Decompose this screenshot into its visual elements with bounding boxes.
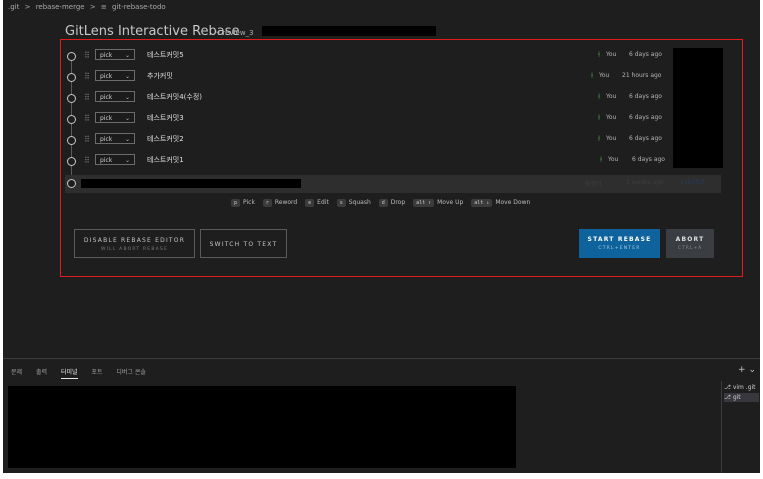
highlight-box [60, 39, 743, 277]
terminal-list: ⎇ vim .git ⎇ git [721, 381, 761, 474]
terminal-output[interactable] [8, 386, 516, 468]
window: .git > rebase-merge > ≡ git-rebase-todo … [0, 0, 763, 479]
window-edge [0, 473, 763, 479]
tab-terminal[interactable]: 터미널 [60, 367, 78, 379]
tab-output[interactable]: 출력 [36, 367, 47, 376]
panel-tabs: 문제 출력 터미널 포트 디버그 콘솔 [11, 367, 158, 379]
page-title: GitLens Interactive Rebase [65, 24, 240, 39]
editor-area: .git > rebase-merge > ≡ git-rebase-todo … [3, 0, 760, 358]
bottom-panel: 문제 출력 터미널 포트 디버그 콘솔 + ⌄ ⎇ vim .git ⎇ git [3, 358, 760, 474]
terminal-icon: ⎇ [724, 394, 733, 401]
terminal-name: git [732, 394, 741, 401]
tab-ports[interactable]: 포트 [91, 367, 102, 376]
terminal-item[interactable]: ⎇ vim .git [724, 383, 759, 392]
breadcrumb-file[interactable]: git-rebase-todo [112, 3, 166, 11]
git-branch-icon: ⑂ [216, 29, 221, 37]
terminal-item[interactable]: ⎇ git [724, 393, 759, 402]
branch-name: review_3 [222, 29, 254, 37]
terminal-name: vim .git [732, 384, 756, 391]
redacted-block [262, 26, 436, 36]
breadcrumb-sep: > [89, 3, 96, 11]
breadcrumb-sep: > [24, 3, 31, 11]
terminal-icon: ⎇ [724, 384, 733, 391]
new-terminal-button[interactable]: + ⌄ [738, 365, 756, 375]
tab-problems[interactable]: 문제 [11, 367, 22, 376]
branch-label: ⑂ review_3 [216, 29, 254, 37]
tab-debug-console[interactable]: 디버그 콘솔 [116, 367, 146, 376]
file-icon: ≡ [100, 3, 107, 11]
breadcrumb-rebase-merge[interactable]: rebase-merge [36, 3, 85, 11]
breadcrumb-git[interactable]: .git [8, 3, 19, 11]
breadcrumb: .git > rebase-merge > ≡ git-rebase-todo [8, 3, 169, 11]
